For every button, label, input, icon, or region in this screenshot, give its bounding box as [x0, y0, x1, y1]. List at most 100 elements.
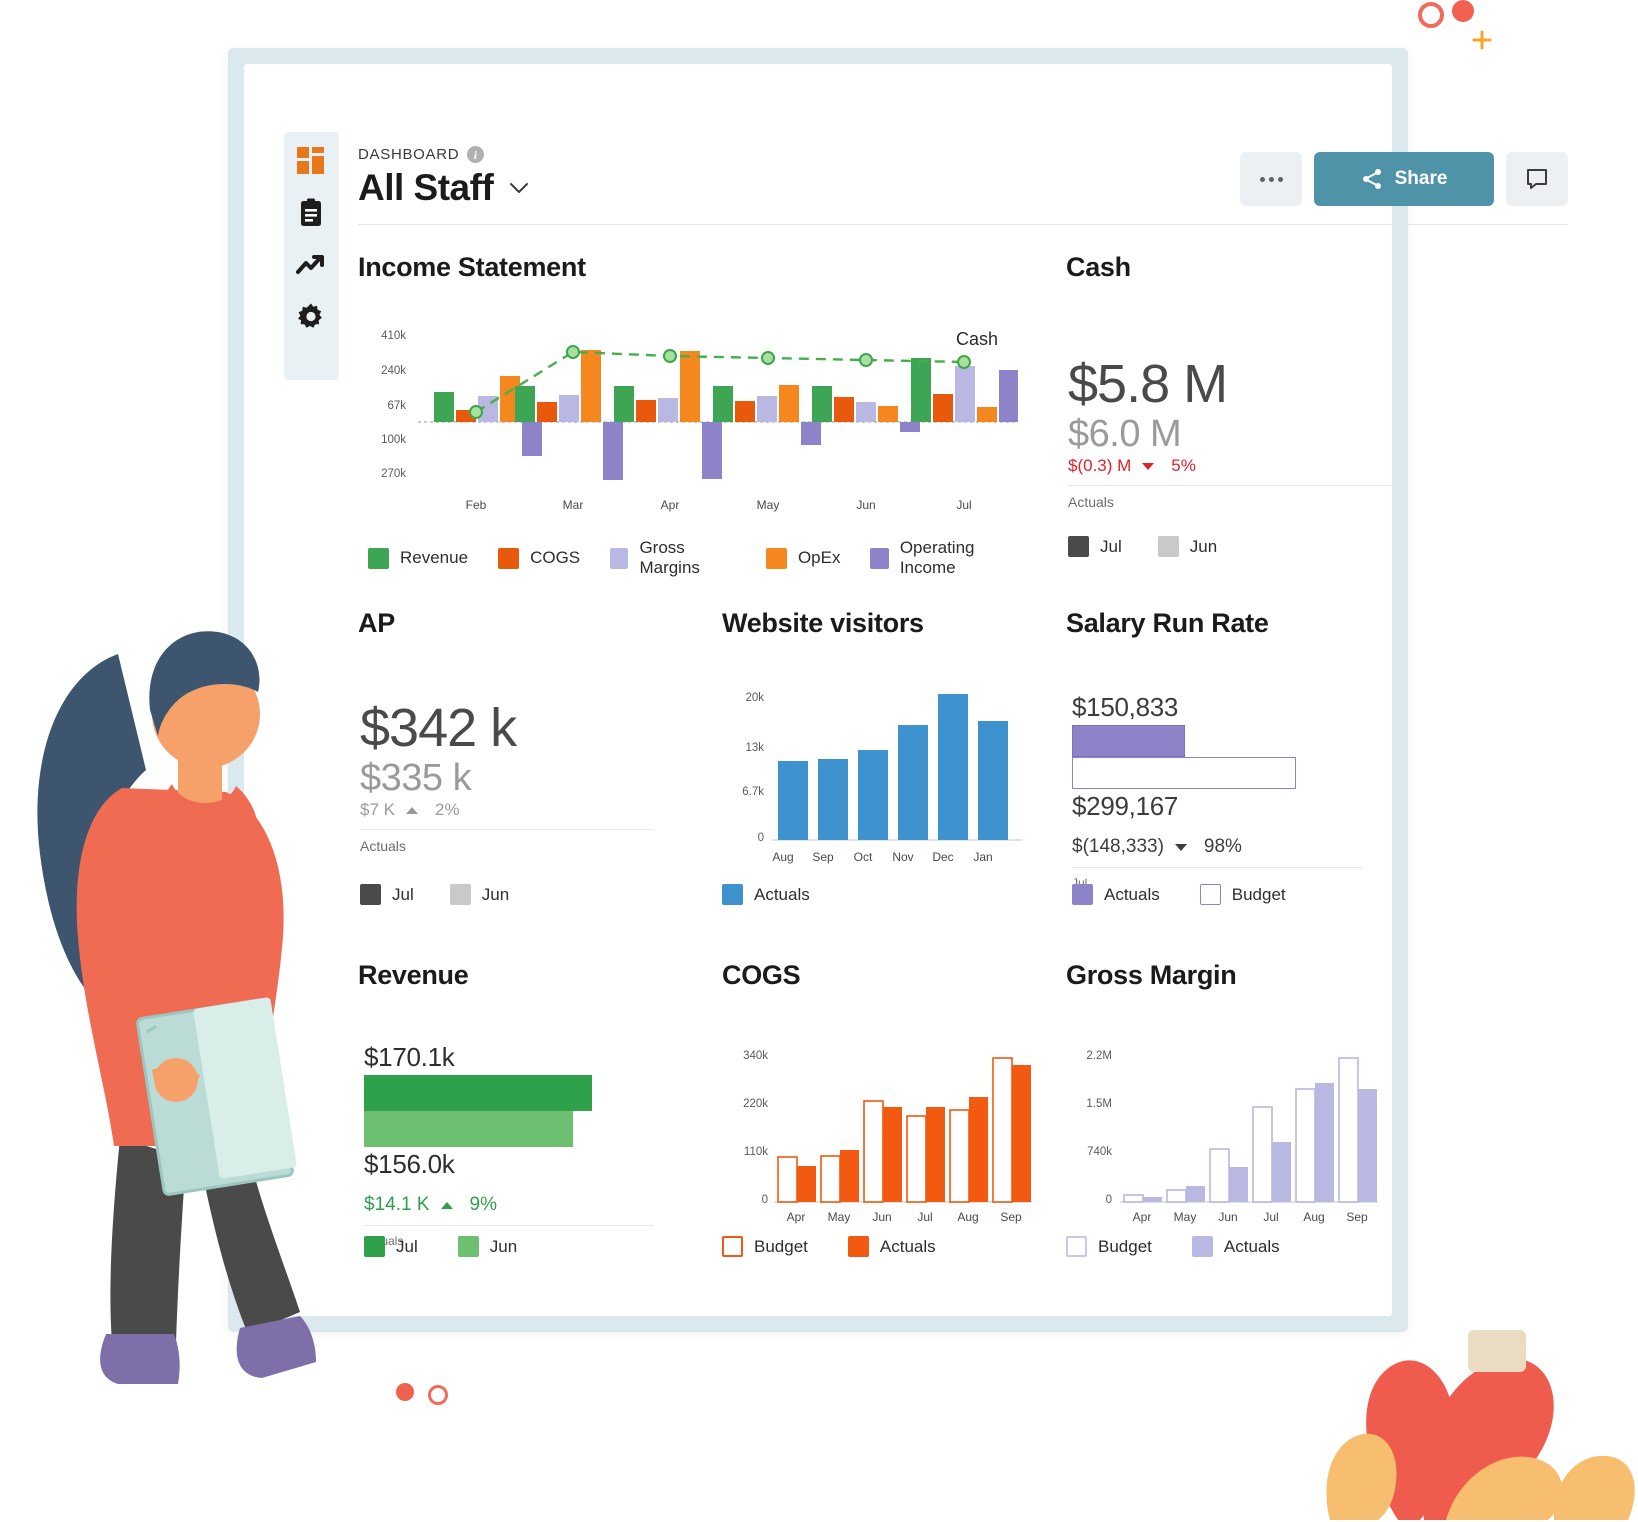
legend-cash: Jul Jun: [1068, 536, 1217, 557]
legend-item[interactable]: Jul: [364, 1236, 418, 1257]
chart-revenue: $170.1k $156.0k $14.1 K 9% Actuals: [364, 1042, 684, 1248]
sidebar-item-reports[interactable]: [296, 198, 326, 228]
legend-website-visitors: Actuals: [722, 884, 810, 905]
legend-swatch-actuals: [847, 1236, 869, 1257]
legend-item[interactable]: OpEx: [765, 547, 840, 569]
revenue-delta-pct: 9%: [469, 1194, 497, 1215]
legend-item[interactable]: Jul: [360, 884, 414, 905]
panel-cash: Cash $5.8 M $6.0 M $(0.3) M 5% Actuals J…: [1066, 252, 1396, 572]
xtick-5: Sep: [1346, 1210, 1368, 1224]
info-icon[interactable]: i: [467, 146, 485, 163]
panel-title-gross-margin: Gross Margin: [1066, 960, 1237, 990]
legend-label: Jun: [481, 884, 510, 904]
legend-swatch-jun: [457, 1236, 479, 1257]
legend-item[interactable]: Actuals: [1191, 1236, 1280, 1257]
panel-title-ap: AP: [358, 608, 395, 638]
ap-kpi: $342 k $335 k $7 K 2% Actuals: [360, 700, 654, 854]
legend-item[interactable]: Revenue: [368, 547, 468, 569]
confetti-plus-top: [1472, 30, 1492, 50]
panel-title-salary-run-rate: Salary Run Rate: [1066, 608, 1269, 638]
legend-item[interactable]: COGS: [498, 547, 581, 569]
ytick-1: 1.5M: [1086, 1098, 1112, 1110]
legend-item[interactable]: Jun: [457, 1236, 517, 1257]
salary-budget-label: $299,167: [1072, 791, 1179, 821]
ytick-3: 100k: [381, 434, 406, 446]
grid-dashboard-icon: [297, 147, 324, 174]
legend-cogs: Budget Actuals: [722, 1236, 936, 1257]
ytick-1: 13k: [745, 742, 764, 754]
clipboard-icon: [301, 198, 321, 226]
ellipsis-icon: [1259, 176, 1283, 182]
panel-salary-run-rate: Salary Run Rate $150,833 $299,167 $(148,…: [1066, 608, 1396, 918]
ytick-0: 20k: [745, 692, 764, 704]
panel-income-statement: Income Statement 410k 240k 67k 100k 270k: [358, 252, 1018, 577]
comment-button[interactable]: [1506, 152, 1568, 206]
trend-up-icon: [440, 1201, 453, 1209]
confetti-dot-bottom: [396, 1383, 414, 1401]
share-button[interactable]: Share: [1314, 152, 1494, 206]
ytick-1: 240k: [381, 365, 406, 377]
xtick-1: May: [827, 1210, 851, 1224]
legend-item[interactable]: Budget: [722, 1236, 808, 1257]
panel-title-cogs: COGS: [722, 960, 801, 990]
cash-footnote: Actuals: [1068, 494, 1114, 511]
sidebar-item-analytics[interactable]: [296, 250, 326, 280]
xtick-5: Jan: [973, 850, 993, 864]
revenue-delta: $14.1 K 9%: [364, 1194, 684, 1225]
legend-item[interactable]: Budget: [1199, 884, 1286, 905]
sidebar-item-settings[interactable]: [296, 302, 326, 332]
legend-item[interactable]: Jul: [1068, 536, 1122, 557]
legend-label: Actuals: [1104, 884, 1160, 904]
xtick-3: Nov: [892, 850, 914, 864]
ytick-2: 740k: [1087, 1146, 1112, 1158]
share-icon: [1362, 169, 1381, 189]
legend-swatch-cogs: [498, 547, 520, 569]
ytick-1: 220k: [743, 1098, 768, 1110]
panel-title-income-statement: Income Statement: [358, 252, 586, 282]
legend-label: COGS: [530, 548, 581, 567]
cash-delta: $(0.3) M 5%: [1068, 456, 1394, 485]
legend-label: Actuals: [754, 884, 810, 904]
ap-footnote: Actuals: [360, 838, 406, 855]
ytick-0: 340k: [743, 1050, 768, 1062]
xtick-2: Jun: [1218, 1210, 1238, 1224]
legend-item[interactable]: Operating Income: [870, 538, 1018, 578]
legend-label: Gross Margins: [639, 538, 700, 577]
legend-item[interactable]: Actuals: [722, 884, 810, 905]
ytick-0: 2.2M: [1086, 1050, 1112, 1062]
more-options-button[interactable]: [1240, 152, 1302, 206]
legend-label: Actuals: [879, 1236, 936, 1256]
website-visitors-plot: [772, 694, 1022, 841]
legend-swatch-jul: [360, 884, 381, 905]
cash-line-annotation: Cash: [956, 329, 999, 349]
legend-item[interactable]: Budget: [1066, 1236, 1152, 1257]
panel-title-cash: Cash: [1066, 252, 1131, 282]
xtick-1: May: [1173, 1210, 1197, 1224]
revenue-actuals-label: $170.1k: [364, 1042, 455, 1072]
legend-item[interactable]: Actuals: [1072, 884, 1160, 905]
chart-salary-run-rate: $150,833 $299,167 $(148,333) 98% Jul: [1072, 692, 1392, 890]
panel-cogs: COGS 340k 220k 110k 0 Apr May Jun Jul Au…: [722, 960, 1052, 1270]
panel-ap: AP $342 k $335 k $7 K 2% Actuals Jul Jun: [358, 608, 688, 918]
ytick-2: 6.7k: [742, 786, 764, 798]
sidebar-item-dashboard[interactable]: [296, 146, 326, 176]
header: DASHBOARD i All Staff Share: [358, 146, 1568, 222]
breadcrumb-label: DASHBOARD: [358, 146, 460, 163]
chevron-down-icon[interactable]: [509, 182, 529, 194]
ytick-3: 0: [1105, 1194, 1112, 1206]
xtick-2: Jun: [872, 1210, 892, 1224]
legend-item[interactable]: Gross Margins: [610, 538, 736, 578]
legend-salary-run-rate: Actuals Budget: [1072, 884, 1286, 905]
legend-item[interactable]: Jun: [449, 884, 510, 905]
panel-title-website-visitors: Website visitors: [722, 608, 924, 638]
salary-actuals-label: $150,833: [1072, 692, 1179, 722]
legend-label: Jul: [392, 884, 414, 904]
legend-label: Jun: [1189, 536, 1218, 556]
legend-item[interactable]: Jun: [1157, 536, 1218, 557]
legend-label: Budget: [1231, 884, 1286, 904]
legend-item[interactable]: Actuals: [847, 1236, 936, 1257]
legend-label: Actuals: [1223, 1236, 1280, 1256]
legend-swatch-opex: [765, 547, 787, 569]
header-divider: [358, 224, 1568, 225]
revenue-delta-value: $14.1 K: [364, 1194, 430, 1215]
